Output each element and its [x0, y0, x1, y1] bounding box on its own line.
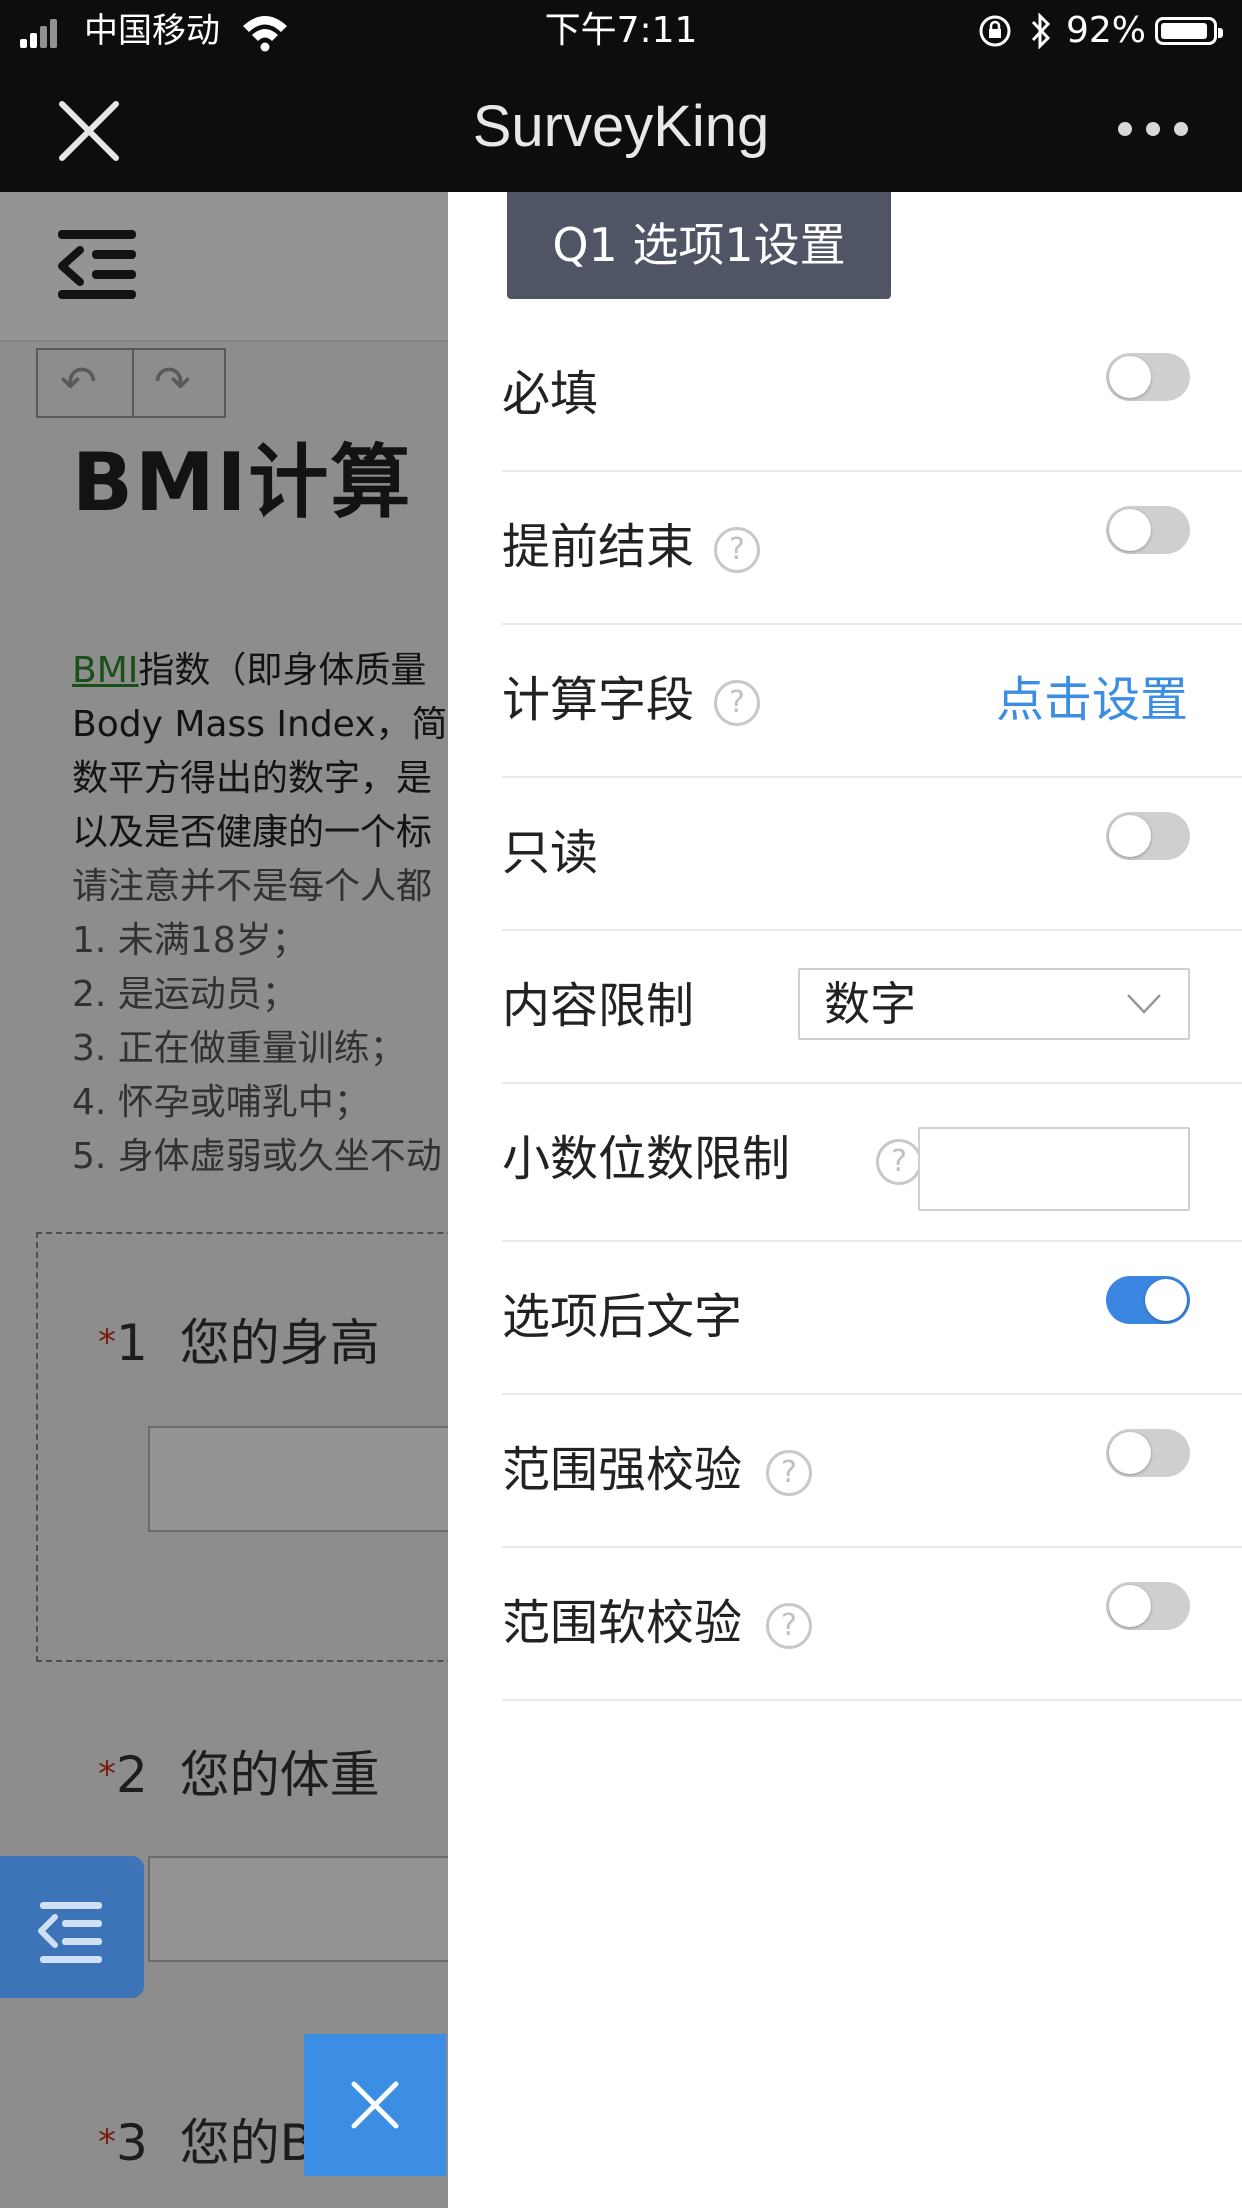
content-limit-select[interactable]: 数字 — [798, 968, 1190, 1040]
battery-icon — [1155, 17, 1223, 45]
read-only-toggle[interactable] — [1106, 812, 1190, 860]
setting-early-end: 提前结束 ? — [502, 472, 1242, 625]
strict-range-check-toggle[interactable] — [1106, 1429, 1190, 1477]
setting-computed-field: 计算字段 ? 点击设置 — [502, 625, 1242, 778]
soft-range-check-toggle[interactable] — [1106, 1582, 1190, 1630]
setting-soft-range-check: 范围软校验 ? — [502, 1548, 1242, 1701]
rotation-lock-icon — [979, 15, 1011, 47]
clock-time: 下午7:11 — [544, 10, 698, 51]
close-icon — [351, 2081, 399, 2129]
help-icon[interactable]: ? — [714, 527, 760, 573]
chevron-down-icon — [1127, 994, 1161, 1014]
setting-option-suffix-text: 选项后文字 — [502, 1242, 1242, 1395]
help-icon[interactable]: ? — [876, 1139, 922, 1185]
drawer-title: Q1 选项1设置 — [507, 192, 891, 299]
option-suffix-text-toggle[interactable] — [1106, 1276, 1190, 1324]
early-end-toggle[interactable] — [1106, 506, 1190, 554]
battery-percent: 92% — [1066, 10, 1147, 51]
help-icon[interactable]: ? — [714, 680, 760, 726]
close-drawer-button[interactable] — [304, 2034, 446, 2176]
setting-decimal-limit: 小数位数限制 ? — [502, 1084, 1242, 1242]
setting-content-limit: 内容限制 数字 — [502, 931, 1242, 1084]
help-icon[interactable]: ? — [766, 1603, 812, 1649]
required-toggle[interactable] — [1106, 353, 1190, 401]
set-computed-field-link[interactable]: 点击设置 — [996, 665, 1188, 735]
outline-toggle-button[interactable] — [0, 1856, 144, 1998]
setting-strict-range-check: 范围强校验 ? — [502, 1395, 1242, 1548]
settings-drawer: Q1 选项1设置 必填 提前结束 ? 计算字段 ? 点击设置 只读 内容限制 数… — [448, 192, 1242, 2208]
decimal-limit-input[interactable] — [918, 1127, 1190, 1211]
setting-required: 必填 — [502, 319, 1242, 472]
more-options-icon[interactable] — [1118, 122, 1188, 138]
page-title: SurveyKing — [472, 94, 770, 159]
setting-read-only: 只读 — [502, 778, 1242, 931]
nav-bar: SurveyKing — [0, 62, 1242, 192]
status-bar: 中国移动 下午7:11 92% — [0, 0, 1242, 62]
bluetooth-icon — [1031, 12, 1051, 50]
help-icon[interactable]: ? — [766, 1450, 812, 1496]
